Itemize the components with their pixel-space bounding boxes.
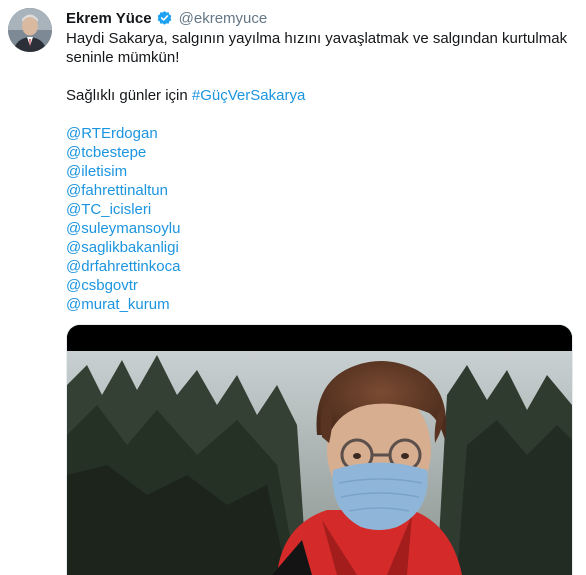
avatar[interactable] [8, 8, 52, 52]
mention-link[interactable]: @RTErdogan [66, 124, 571, 143]
mention-link[interactable]: @tcbestepe [66, 143, 571, 162]
video-media[interactable] [66, 324, 573, 575]
mention-link[interactable]: @murat_kurum [66, 295, 571, 314]
mention-link[interactable]: @csbgovtr [66, 276, 571, 295]
tweet-text-line: seninle mümkün! [66, 49, 180, 66]
mention-link[interactable]: @iletisim [66, 162, 571, 181]
tweet-text-line: Sağlıklı günler için #GüçVerSakarya [66, 86, 571, 105]
mention-link[interactable]: @saglikbakanligi [66, 238, 571, 257]
author-name[interactable]: Ekrem Yüce [66, 10, 152, 27]
tweet-text-line: Haydi Sakarya, salgının yayılma hızını y… [66, 30, 568, 47]
hashtag-prefix: Sağlıklı günler için [66, 87, 192, 104]
video-frame [67, 325, 572, 575]
author-handle[interactable]: @ekremyuce [179, 10, 268, 27]
mention-link[interactable]: @drfahrettinkoca [66, 257, 571, 276]
verified-badge-icon [156, 10, 173, 27]
hashtag-link[interactable]: #GüçVerSakarya [192, 87, 305, 104]
mention-link[interactable]: @suleymansoylu [66, 219, 571, 238]
mention-link[interactable]: @TC_icisleri [66, 200, 571, 219]
tweet-header: Ekrem Yüce @ekremyuce [66, 8, 267, 28]
mention-link[interactable]: @fahrettinaltun [66, 181, 571, 200]
tweet-text: Haydi Sakarya, salgının yayılma hızını y… [66, 29, 571, 314]
